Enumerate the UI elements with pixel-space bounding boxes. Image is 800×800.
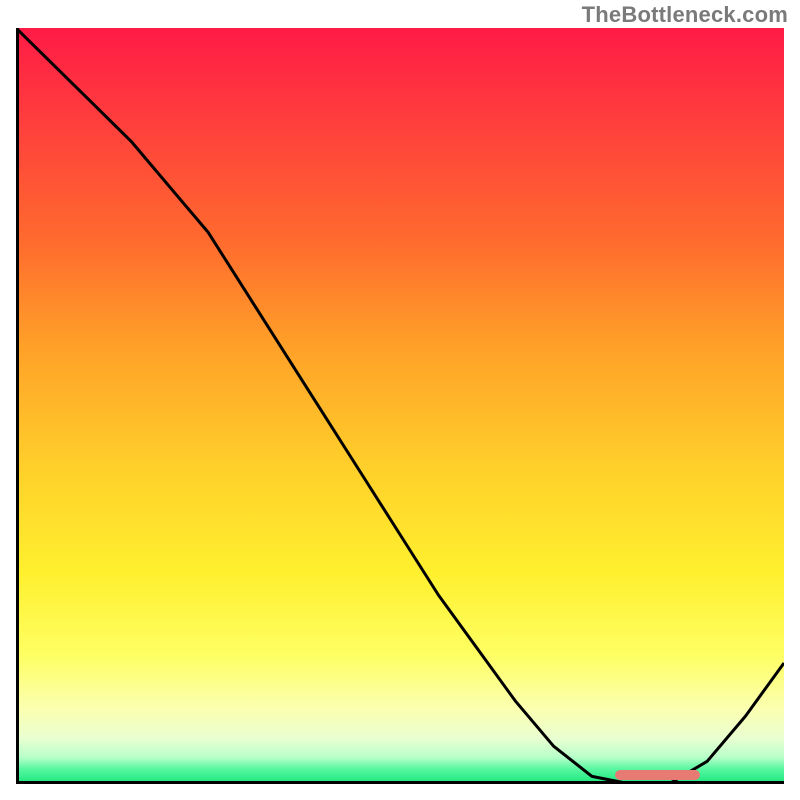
data-curve <box>16 28 784 784</box>
attribution-text: TheBottleneck.com <box>582 2 788 28</box>
plot-area <box>16 28 784 784</box>
trough-marker <box>615 770 699 780</box>
curve-svg <box>16 28 784 784</box>
chart-container: TheBottleneck.com <box>0 0 800 800</box>
